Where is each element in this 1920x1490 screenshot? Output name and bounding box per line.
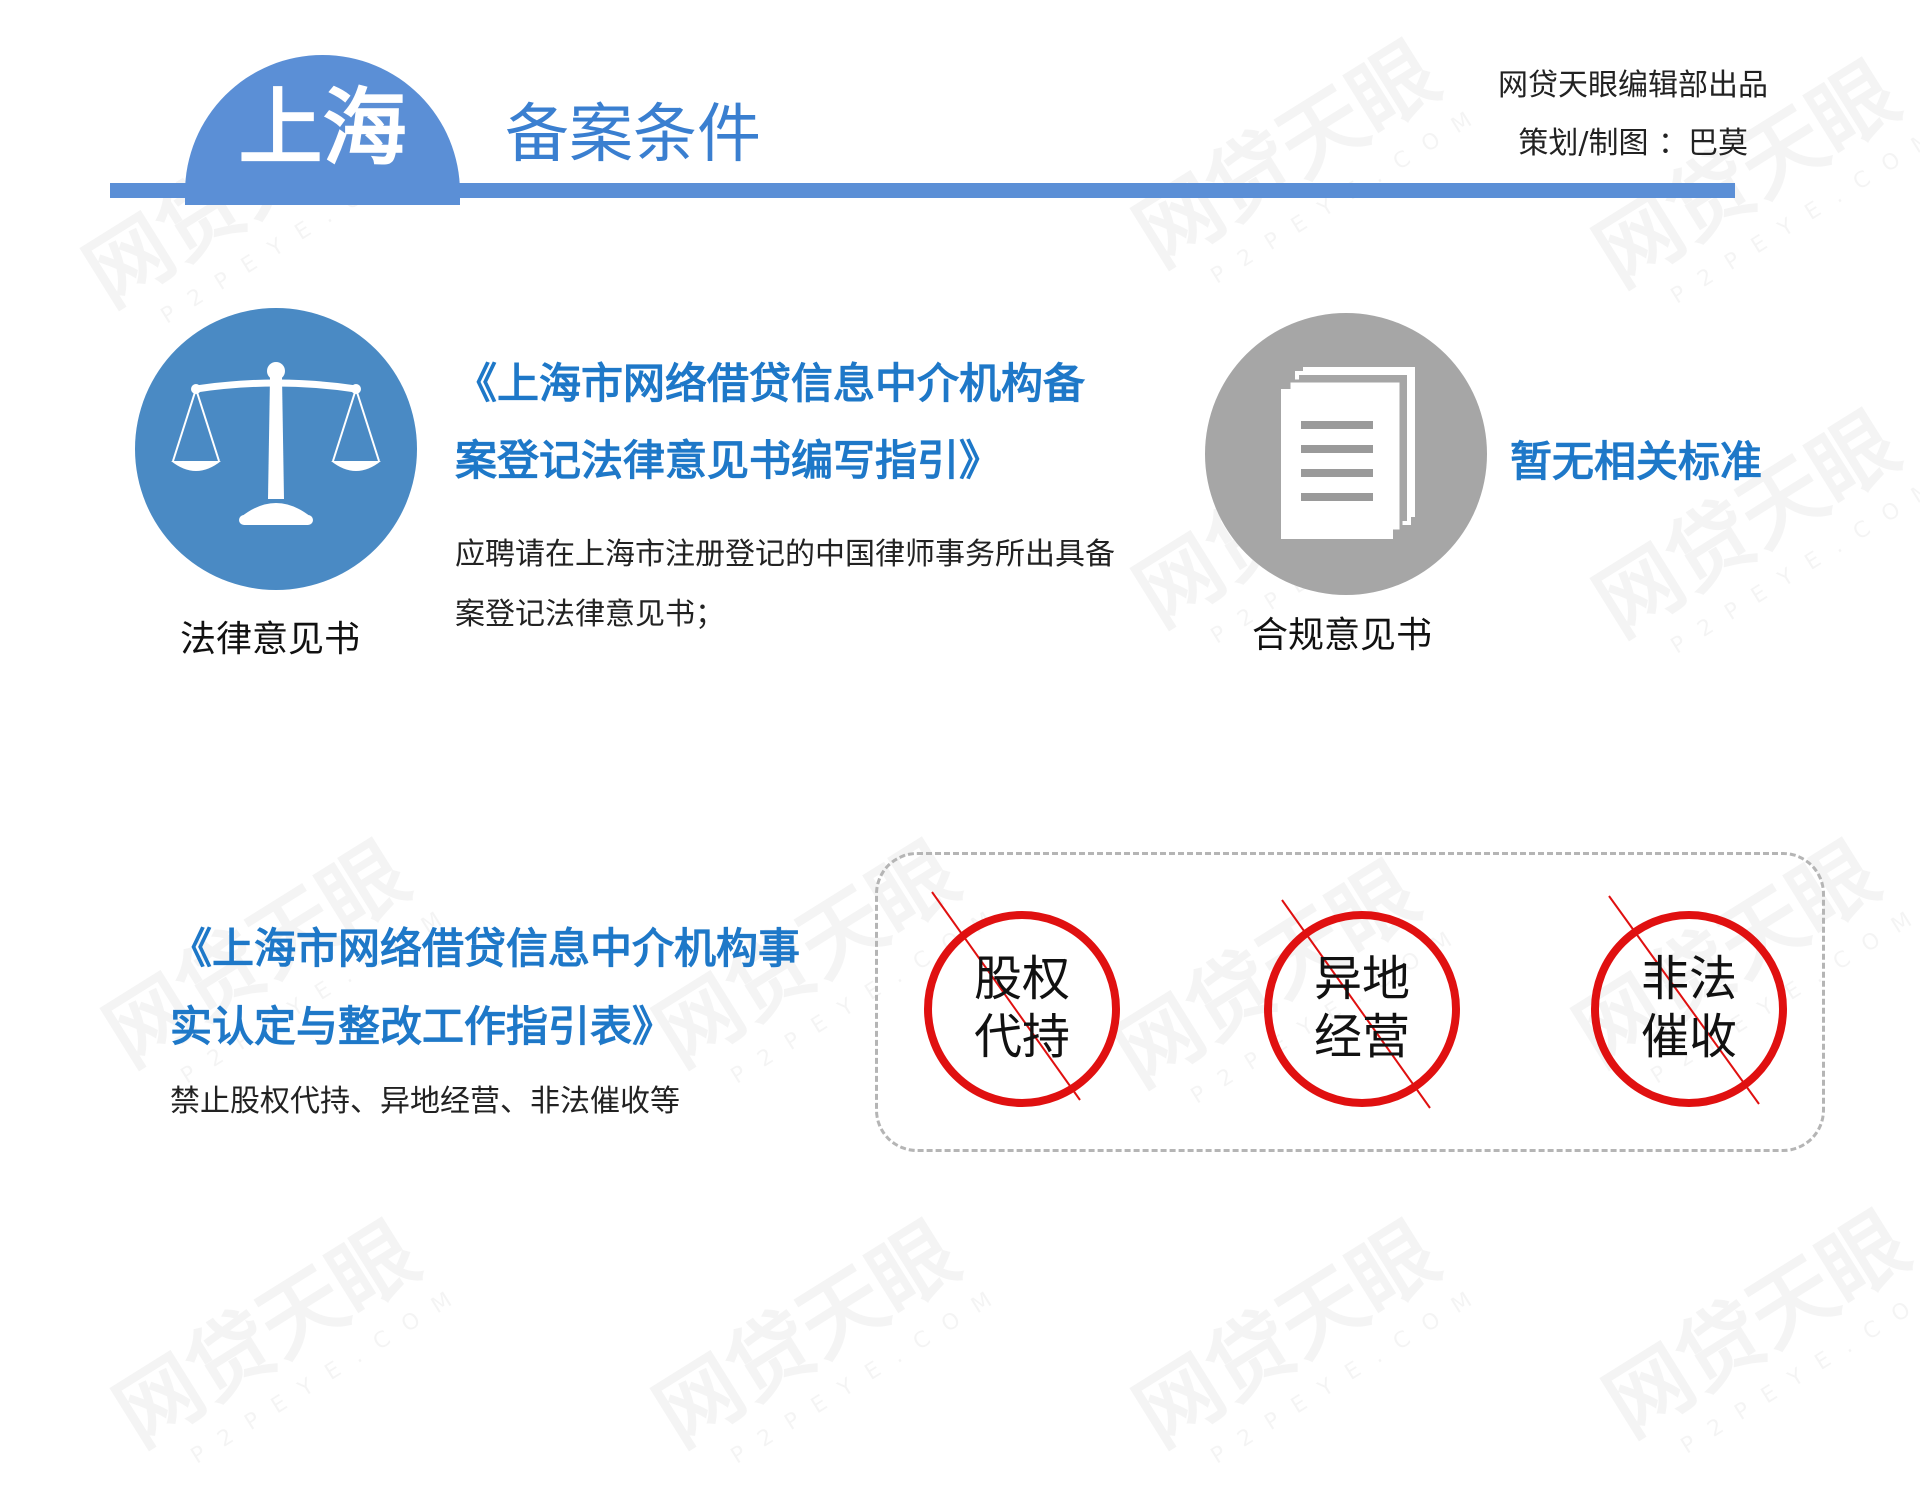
legal-opinion-guideline-title: 《上海市网络借贷信息中介机构备案登记法律意见书编写指引》: [455, 359, 1086, 485]
prohibited-label-line1: 异地: [1313, 951, 1410, 1007]
prohibited-label-line2: 催收: [1640, 1009, 1737, 1065]
watermark: 网贷天眼P2PEYE.COM: [1569, 16, 1920, 331]
header-divider: [110, 183, 1735, 198]
prohibited-label-line1: 股权: [973, 951, 1070, 1007]
header-city: 上海: [238, 79, 407, 177]
scales-of-justice-icon: [135, 308, 417, 590]
watermark: 网贷天眼P2PEYE.COM: [1569, 366, 1920, 681]
watermark: 网贷天眼P2PEYE.COM: [1109, 1176, 1491, 1490]
documents-icon: [1205, 313, 1487, 595]
prohibited-label-line2: 经营: [1313, 1009, 1410, 1065]
design-credit: 策划/制图 ：巴莫: [1518, 126, 1748, 161]
prohibited-label-line2: 代持: [973, 1009, 1070, 1065]
watermark: 网贷天眼P2PEYE.COM: [1109, 0, 1491, 310]
compliance-opinion-caption: 合规意见书: [1252, 615, 1433, 656]
page-title: 备案条件: [505, 98, 761, 172]
legal-opinion-description: 应聘请在上海市注册登记的中国律师事务所出具备案登记法律意见书；: [455, 537, 1115, 632]
prohibited-label-line1: 非法: [1640, 951, 1737, 1007]
watermark: 网贷天眼P2PEYE.COM: [629, 1176, 1011, 1490]
publisher-credit: 网贷天眼编辑部出品: [1498, 68, 1768, 103]
watermark: 网贷天眼P2PEYE.COM: [89, 1176, 472, 1490]
rectification-guideline-title: 《上海市网络借贷信息中介机构事实认定与整改工作指引表》: [170, 924, 801, 1051]
prohibited-badge: 非法 催收: [1587, 890, 1817, 1120]
rectification-description: 禁止股权代持、异地经营、非法催收等: [170, 1084, 680, 1119]
prohibited-badge: 异地 经营: [1260, 890, 1490, 1120]
watermark: 网贷天眼P2PEYE.COM: [1579, 1166, 1920, 1481]
prohibited-badge: 股权 代持: [920, 890, 1150, 1120]
legal-opinion-caption: 法律意见书: [180, 619, 361, 660]
compliance-opinion-status: 暂无相关标准: [1510, 437, 1763, 486]
